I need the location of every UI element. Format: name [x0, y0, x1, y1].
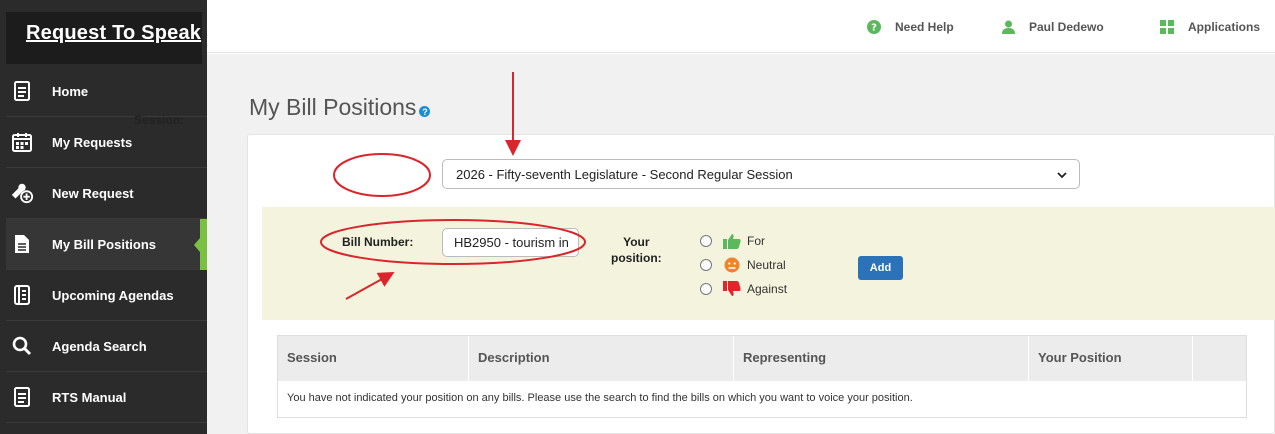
column-header-representing[interactable]: Representing: [734, 336, 1029, 381]
sidebar-item-label: Home: [52, 83, 89, 99]
positions-table: Session Description Representing Your Po…: [277, 335, 1247, 418]
top-bar: ? Need Help Paul Dedewo Applications: [207, 6, 1275, 53]
position-for-option[interactable]: For: [700, 233, 765, 249]
sidebar-item-label: RTS Manual: [52, 389, 127, 405]
column-header-description[interactable]: Description: [469, 336, 734, 381]
your-position-line1: Your: [623, 235, 650, 249]
agenda-icon: [10, 283, 34, 307]
search-icon: [10, 334, 34, 358]
position-against-radio[interactable]: [700, 283, 712, 295]
applications-label: Applications: [1188, 20, 1261, 34]
session-label: Session:: [134, 113, 185, 127]
chevron-down-icon: [1057, 168, 1067, 179]
sidebar-item-label: Agenda Search: [52, 338, 147, 354]
help-icon: ?: [867, 20, 881, 34]
manual-icon: [10, 385, 34, 409]
column-header-actions: [1193, 336, 1246, 381]
bill-number-input[interactable]: HB2950 - tourism in: [442, 228, 579, 257]
page-title-text: My Bill Positions: [249, 94, 417, 120]
session-select[interactable]: 2026 - Fifty-seventh Legislature - Secon…: [442, 159, 1080, 189]
empty-table-message: You have not indicated your position on …: [278, 381, 1246, 417]
position-for-radio[interactable]: [700, 235, 712, 247]
file-icon: [10, 232, 34, 256]
need-help-label: Need Help: [895, 20, 954, 34]
sidebar-item-upcoming-agendas[interactable]: Upcoming Agendas: [6, 270, 207, 321]
document-icon: [10, 79, 34, 103]
sidebar-item-new-request[interactable]: New Request: [6, 168, 207, 219]
applications-menu[interactable]: Applications: [1160, 20, 1260, 34]
your-position-label: Your position:: [611, 234, 662, 266]
your-position-line2: position:: [611, 251, 662, 265]
sidebar-item-agenda-search[interactable]: Agenda Search: [6, 321, 207, 372]
thumbs-down-icon: [723, 281, 741, 297]
session-select-value: 2026 - Fifty-seventh Legislature - Secon…: [456, 167, 793, 182]
sidebar-item-my-bill-positions[interactable]: My Bill Positions: [6, 219, 207, 270]
applications-grid-icon: [1160, 20, 1174, 34]
position-neutral-option[interactable]: Neutral: [700, 257, 786, 273]
add-button[interactable]: Add: [858, 256, 903, 280]
column-header-your-position[interactable]: Your Position: [1029, 336, 1193, 381]
sidebar-item-label: My Bill Positions: [52, 236, 157, 252]
table-header: Session Description Representing Your Po…: [278, 336, 1246, 381]
user-name: Paul Dedewo: [1029, 20, 1104, 34]
bill-number-label: Bill Number:: [342, 235, 414, 249]
position-neutral-label: Neutral: [747, 258, 786, 272]
need-help-link[interactable]: ? Need Help: [867, 20, 954, 34]
sidebar-item-label: My Requests: [52, 134, 133, 150]
position-for-label: For: [747, 234, 765, 248]
sidebar-item-home[interactable]: Home: [6, 66, 207, 117]
position-against-label: Against: [747, 282, 788, 296]
user-menu[interactable]: Paul Dedewo: [1002, 20, 1104, 34]
app-brand[interactable]: Request To Speak: [6, 12, 202, 64]
user-icon: [1002, 20, 1015, 34]
thumbs-up-icon: [723, 233, 741, 249]
bill-number-value: HB2950 - tourism in: [454, 235, 569, 250]
sidebar: Request To Speak Home My Requests New Re…: [0, 0, 207, 434]
position-against-option[interactable]: Against: [700, 281, 787, 297]
help-icon[interactable]: ?: [419, 106, 431, 117]
calendar-icon: [10, 130, 34, 154]
column-header-session[interactable]: Session: [278, 336, 469, 381]
sidebar-item-rts-manual[interactable]: RTS Manual: [6, 372, 207, 423]
sidebar-item-label: New Request: [52, 185, 134, 201]
neutral-face-icon: [723, 257, 741, 273]
position-neutral-radio[interactable]: [700, 259, 712, 271]
page-title: My Bill Positions ?: [249, 94, 431, 121]
sidebar-item-label: Upcoming Agendas: [52, 287, 174, 303]
microphone-add-icon: [10, 181, 34, 205]
svg-text:?: ?: [871, 23, 877, 34]
